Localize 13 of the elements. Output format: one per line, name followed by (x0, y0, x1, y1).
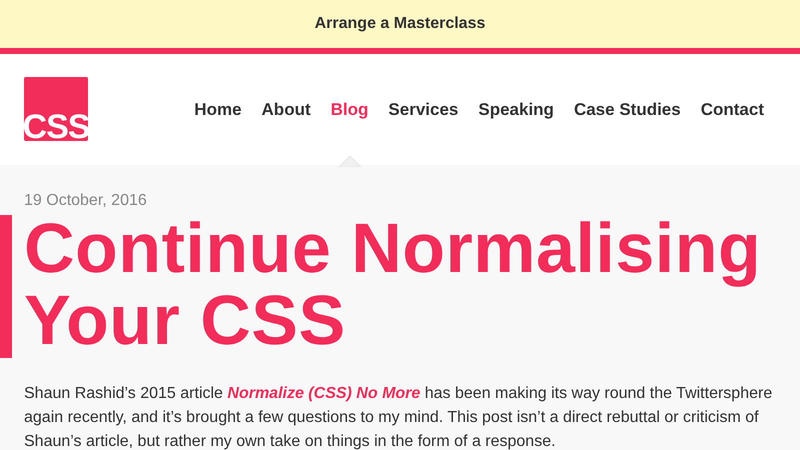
article-link[interactable]: Normalize (CSS) No More (227, 385, 420, 402)
active-pointer-icon (338, 156, 361, 166)
post-title: Continue Normalising Your CSS (24, 212, 762, 356)
nav-link[interactable]: Home (194, 100, 242, 120)
nav-link[interactable]: Speaking (478, 100, 554, 120)
nav-link[interactable]: About (262, 100, 311, 120)
post-date: 19 October, 2016 (24, 192, 148, 210)
masterclass-link[interactable]: Arrange a Masterclass (314, 15, 486, 33)
intro-paragraph: Shaun Rashid’s 2015 article Normalize (CSS) No More has been making its way round the Twittersphere again recently, and it’s brought a few questions to my mind. This post isn’t a direct rebuttal or criticism of Shaun’s article, but rather my own take on things in the form of a response. (24, 384, 774, 450)
nav-link[interactable]: Blog (330, 100, 368, 120)
nav-link[interactable]: Services (388, 100, 458, 120)
nav-link[interactable]: Contact (700, 100, 764, 120)
nav-link[interactable]: Case Studies (574, 100, 681, 120)
